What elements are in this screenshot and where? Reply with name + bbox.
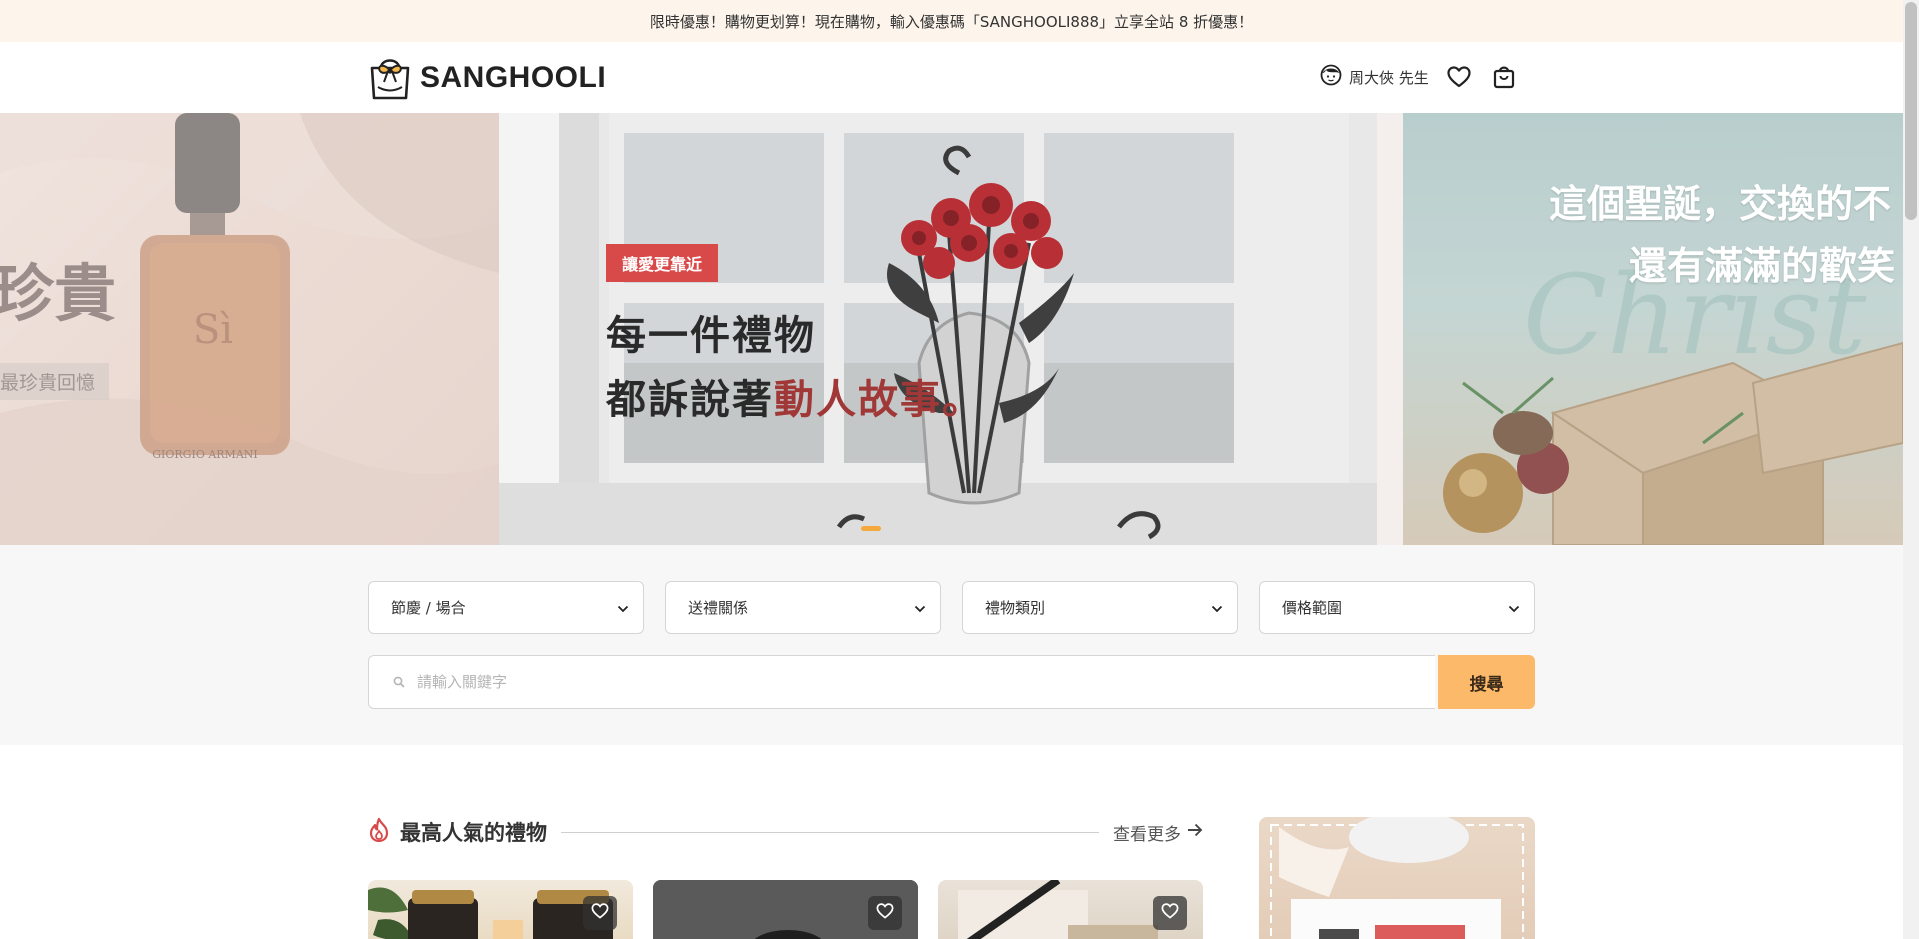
- filter-relationship-select[interactable]: 送禮關係: [665, 581, 941, 634]
- filter-relationship-label: 送禮關係: [688, 599, 749, 617]
- logo-text: SANGHOOLI: [420, 61, 607, 94]
- search-section: 節慶 / 場合 送禮關係 禮物類別 價格範圍 搜尋: [0, 545, 1903, 745]
- heart-icon[interactable]: [1447, 66, 1471, 88]
- arrow-right-icon: [1187, 822, 1203, 842]
- gift-bag-logo-icon: [368, 52, 412, 104]
- user-account-link[interactable]: 周大俠 先生: [1320, 64, 1429, 90]
- heart-icon: [876, 903, 894, 923]
- hero-headline-accent: 動人故事。: [774, 377, 984, 423]
- hero-headline-line2: 都訴說著動人故事。: [606, 367, 984, 425]
- page-scrollbar[interactable]: [1903, 0, 1919, 939]
- search-icon: [393, 673, 405, 692]
- hero-headline-dark: 都訴說著: [606, 377, 774, 423]
- popular-section-header: 最高人氣的禮物 查看更多: [368, 817, 1203, 847]
- chevron-down-icon: [617, 599, 629, 617]
- scrollbar-thumb[interactable]: [1905, 2, 1917, 220]
- chevron-down-icon: [914, 599, 926, 617]
- favorite-button[interactable]: [868, 896, 902, 930]
- favorite-button[interactable]: [1153, 896, 1187, 930]
- page: 限時優惠！購物更划算！現在購物，輸入優惠碼「SANGHOOLI888」立享全站 …: [0, 0, 1919, 939]
- search-field[interactable]: [368, 655, 1435, 709]
- carousel-indicator-active[interactable]: [861, 526, 881, 531]
- hero-carousel[interactable]: Sì GIORGIO ARMANI 珍貴 最珍貴回憶 讓愛更靠近 每一件禮物 都…: [0, 113, 1903, 545]
- filter-occasion-label: 節慶 / 場合: [391, 599, 466, 617]
- prev-slide-headline: 珍貴: [0, 257, 117, 330]
- logo[interactable]: SANGHOOLI: [368, 53, 606, 103]
- hero-tag: 讓愛更靠近: [606, 244, 719, 282]
- popular-section-title: 最高人氣的禮物: [400, 821, 547, 845]
- gift-wrapping-banner[interactable]: [1259, 817, 1535, 939]
- promo-text: 限時優惠！購物更划算！現在購物，輸入優惠碼「SANGHOOLI888」立享全站 …: [649, 12, 1254, 31]
- prev-slide-subtitle: 最珍貴回憶: [0, 363, 110, 400]
- product-card[interactable]: [938, 880, 1203, 939]
- filter-price-label: 價格範圍: [1282, 599, 1343, 617]
- heart-icon: [1161, 903, 1179, 923]
- view-more-link[interactable]: 查看更多: [1113, 820, 1203, 845]
- product-card[interactable]: [653, 880, 918, 939]
- hero-headline-line1: 每一件禮物: [606, 313, 816, 359]
- search-button[interactable]: 搜尋: [1438, 655, 1535, 709]
- chevron-down-icon: [1211, 599, 1223, 617]
- shopping-bag-icon[interactable]: [1493, 65, 1515, 89]
- user-avatar-icon: [1320, 64, 1342, 90]
- user-name: 周大俠 先生: [1349, 68, 1429, 87]
- flame-icon: [368, 817, 390, 847]
- heart-icon: [591, 903, 609, 923]
- filter-category-label: 禮物類別: [985, 599, 1046, 617]
- promo-bar: 限時優惠！購物更划算！現在購物，輸入優惠碼「SANGHOOLI888」立享全站 …: [0, 0, 1903, 42]
- next-slide-headline-line1: 這個聖誕，交換的不: [1549, 182, 1892, 226]
- gift-wrapping-image: [1270, 817, 1524, 939]
- filter-price-select[interactable]: 價格範圍: [1259, 581, 1535, 634]
- chevron-down-icon: [1508, 599, 1520, 617]
- next-slide-headline-line2: 還有滿滿的歡笑: [1629, 244, 1896, 288]
- favorite-button[interactable]: [583, 896, 617, 930]
- section-divider: [561, 831, 1099, 833]
- search-input[interactable]: [417, 673, 1317, 691]
- filter-category-select[interactable]: 禮物類別: [962, 581, 1238, 634]
- site-header: SANGHOOLI 周大俠 先生: [0, 42, 1903, 113]
- product-card[interactable]: [368, 880, 633, 939]
- filter-occasion-select[interactable]: 節慶 / 場合: [368, 581, 644, 634]
- view-more-label: 查看更多: [1113, 824, 1181, 845]
